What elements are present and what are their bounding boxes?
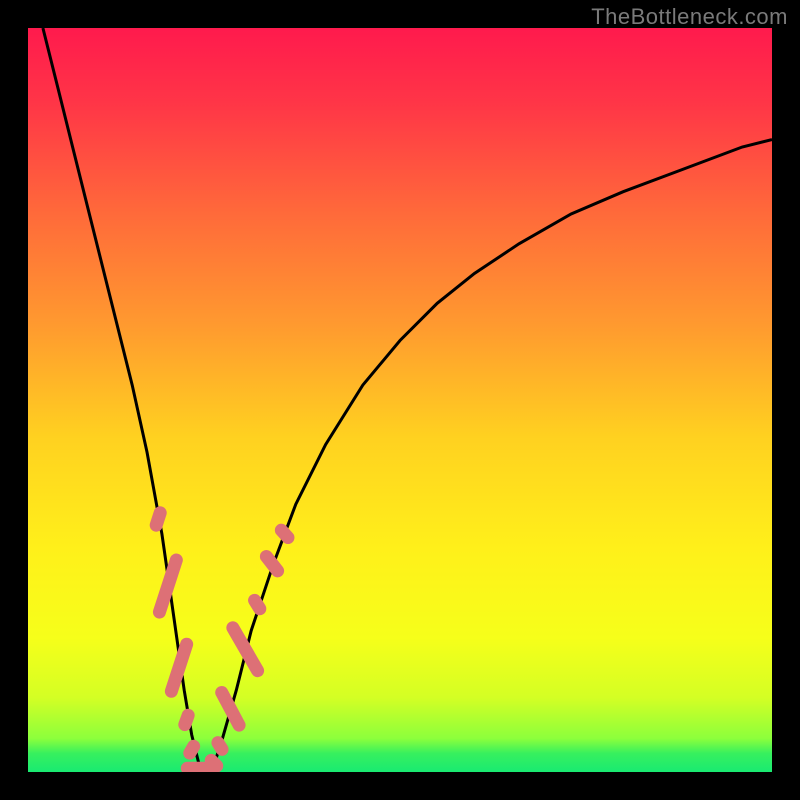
bottleneck-chart bbox=[28, 28, 772, 772]
chart-frame bbox=[28, 28, 772, 772]
gradient-background bbox=[28, 28, 772, 772]
watermark-text: TheBottleneck.com bbox=[591, 4, 788, 30]
